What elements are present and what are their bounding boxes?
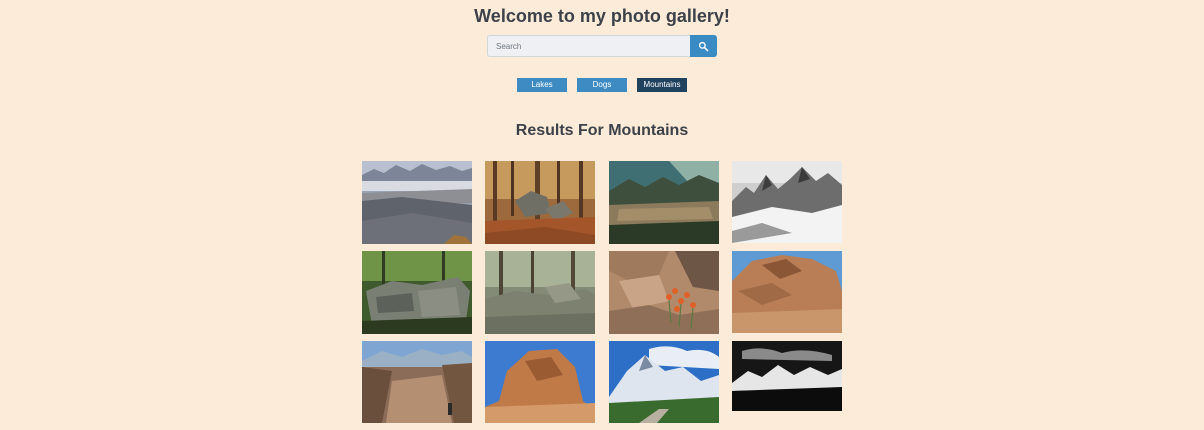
snowy-peak-meadow-photo[interactable] [609,341,719,423]
canyon-hiker-photo[interactable] [362,341,472,423]
black-white-alpine-peaks-photo[interactable] [732,161,842,243]
rocks-orange-wildflowers-photo[interactable] [609,251,719,334]
filter-bar: Lakes Dogs Mountains [517,78,687,92]
misty-valley-photo[interactable] [362,161,472,244]
search-input[interactable] [487,35,690,57]
mossy-rock-formation-photo[interactable] [362,251,472,334]
red-rock-formation-photo[interactable] [732,251,842,333]
search-icon [698,41,709,51]
mountain-city-valley-photo[interactable] [609,161,719,244]
filter-dogs-button[interactable]: Dogs [577,78,627,92]
forest-boulders-photo[interactable] [485,251,595,334]
sandstone-boulder-blue-sky-photo[interactable] [485,341,595,423]
results-heading: Results For Mountains [515,122,689,139]
search-button[interactable] [690,35,717,57]
filter-lakes-button[interactable]: Lakes [517,78,567,92]
black-white-snowy-range-photo[interactable] [732,341,842,411]
search-form [487,35,717,57]
page-title: Welcome to my photo gallery! [474,6,730,26]
filter-mountains-button[interactable]: Mountains [637,78,687,92]
autumn-forest-rocks-photo[interactable] [485,161,595,244]
